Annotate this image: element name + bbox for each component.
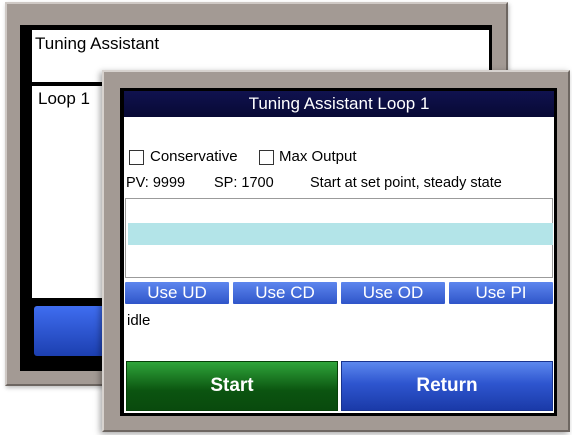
return-button[interactable]: Return — [341, 361, 553, 411]
use-cd-label: Use CD — [255, 283, 315, 302]
use-ud-label: Use UD — [147, 283, 207, 302]
status-message: Start at set point, steady state — [310, 175, 502, 191]
conservative-label: Conservative — [150, 148, 238, 165]
dialog-title-bar: Tuning Assistant Loop 1 — [124, 91, 554, 117]
use-od-label: Use OD — [362, 283, 424, 302]
back-window-title: Tuning Assistant — [35, 34, 160, 53]
conservative-checkbox[interactable] — [129, 150, 144, 165]
use-pi-button[interactable]: Use PI — [449, 282, 553, 304]
tuning-status: idle — [127, 312, 151, 329]
pv-readout: PV: 9999 — [126, 175, 186, 191]
use-od-button[interactable]: Use OD — [341, 282, 445, 304]
back-window-loop-item[interactable]: Loop 1 — [38, 89, 90, 109]
sp-readout: SP: 1700 — [214, 175, 274, 191]
start-button[interactable]: Start — [126, 361, 338, 411]
use-cd-button[interactable]: Use CD — [233, 282, 337, 304]
tuning-progress-bar — [128, 223, 553, 245]
dialog-title: Tuning Assistant Loop 1 — [248, 94, 430, 113]
use-pi-label: Use PI — [475, 283, 527, 302]
start-label: Start — [210, 375, 254, 396]
return-label: Return — [416, 375, 478, 396]
use-ud-button[interactable]: Use UD — [125, 282, 229, 304]
max-output-checkbox[interactable] — [259, 150, 274, 165]
max-output-label: Max Output — [279, 148, 357, 165]
